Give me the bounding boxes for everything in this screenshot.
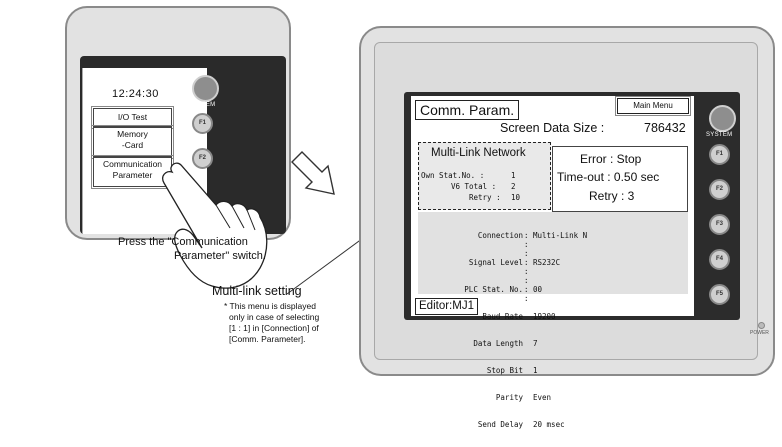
own-stat-label: Own Stat.No. :	[421, 171, 485, 180]
right-f4-label: F4	[715, 256, 723, 262]
clock-display: 12:24:30	[112, 88, 159, 100]
left-f1-button[interactable]: F1	[192, 113, 213, 134]
timeout-text: Time-out : 0.50 sec	[557, 170, 660, 184]
note-line1: * This menu is displayed	[224, 301, 316, 311]
editor-indicator: Editor:MJ1	[415, 298, 478, 315]
left-system-label: SYSTEM	[189, 102, 216, 108]
settings-values: Multi-Link N RS232C 00 19200 7 1 Even 20…	[533, 213, 587, 447]
baud-rate-value: 19200	[533, 312, 556, 321]
multilink-caption: Multi-link setting	[212, 284, 302, 298]
settings-labels: Connection Signal Level PLC Stat. No. Ba…	[423, 213, 523, 447]
signal-level-value: RS232C	[533, 258, 561, 267]
memory-card-label-line1: Memory	[117, 129, 148, 139]
note-line4: [Comm. Parameter].	[229, 334, 306, 344]
screen-title: Comm. Param.	[415, 100, 520, 120]
data-length-value: 7	[533, 339, 538, 348]
multilink-retry-label: Retry :	[469, 193, 501, 202]
right-f3-button[interactable]: F3	[709, 214, 730, 235]
parity-value: Even	[533, 393, 552, 402]
power-label: POWER	[750, 330, 769, 336]
right-f3-label: F3	[715, 221, 723, 227]
note-line2: only in case of selecting	[229, 312, 320, 322]
connection-label: Connection	[477, 231, 523, 240]
io-test-button[interactable]: I/O Test	[91, 106, 174, 129]
send-delay-label: Send Delay	[477, 420, 523, 429]
pointing-hand-icon	[162, 162, 268, 289]
main-menu-button[interactable]: Main Menu	[615, 96, 691, 116]
right-f4-button[interactable]: F4	[709, 249, 730, 270]
multilink-retry-value: 10	[511, 193, 521, 202]
parity-label: Parity	[495, 393, 523, 402]
screen-data-size-label: Screen Data Size :	[500, 121, 605, 135]
right-f1-button[interactable]: F1	[709, 144, 730, 165]
right-f2-button[interactable]: F2	[709, 179, 730, 200]
press-caption-line1: Press the "Communication	[118, 236, 248, 248]
right-f2-label: F2	[715, 186, 723, 192]
left-f1-label: F1	[198, 120, 206, 126]
right-f1-label: F1	[715, 151, 723, 157]
right-system-button[interactable]	[709, 105, 736, 132]
note-line3: [1 : 1] in [Connection] of	[229, 323, 319, 333]
retry-text: Retry : 3	[589, 189, 635, 203]
press-caption-line2: Parameter" switch.	[174, 250, 266, 262]
io-test-label: I/O Test	[117, 112, 148, 122]
data-length-label: Data Length	[473, 339, 523, 348]
plc-stat-value: 00	[533, 285, 543, 294]
left-system-button[interactable]	[192, 75, 219, 102]
send-delay-value: 20 msec	[533, 420, 565, 429]
signal-level-label: Signal Level	[468, 258, 523, 267]
v6-total-label: V6 Total :	[451, 182, 497, 191]
plc-stat-label: PLC Stat. No.	[464, 285, 523, 294]
own-stat-value: 1	[511, 171, 516, 180]
multilink-title: Multi-Link Network	[431, 147, 526, 159]
right-system-label: SYSTEM	[706, 132, 733, 138]
v6-total-value: 2	[511, 182, 516, 191]
screen-data-size-value: 786432	[644, 121, 686, 135]
right-f5-label: F5	[715, 291, 723, 297]
connection-value: Multi-Link N	[533, 231, 588, 240]
main-menu-label: Main Menu	[633, 101, 673, 110]
power-led-icon	[758, 322, 765, 329]
right-f5-button[interactable]: F5	[709, 284, 730, 305]
error-status-text: Error : Stop	[580, 152, 642, 166]
